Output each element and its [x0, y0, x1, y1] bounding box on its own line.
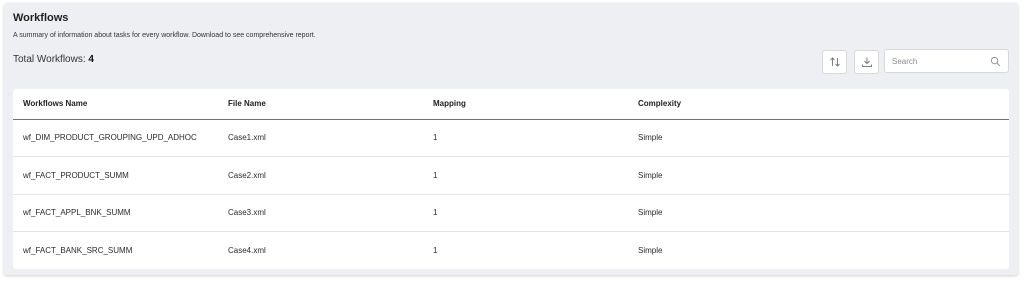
total-workflows-label: Total Workflows: — [13, 54, 86, 65]
cell-complexity: Simple — [628, 194, 1009, 232]
column-header-complexity[interactable]: Complexity — [628, 89, 1009, 120]
table-header-row: Workflows Name File Name Mapping Complex… — [13, 89, 1009, 120]
column-header-workflows-name[interactable]: Workflows Name — [13, 89, 218, 120]
cell-workflow-name: wf_DIM_PRODUCT_GROUPING_UPD_ADHOC — [13, 119, 218, 157]
table-row[interactable]: wf_FACT_BANK_SRC_SUMM Case4.xml 1 Simple — [13, 232, 1009, 270]
column-header-file-name[interactable]: File Name — [218, 89, 423, 120]
cell-file-name: Case3.xml — [218, 194, 423, 232]
page-title: Workflows — [13, 12, 69, 24]
sort-arrows-icon — [829, 57, 840, 67]
cell-file-name: Case4.xml — [228, 246, 266, 255]
workflows-panel: Workflows A summary of information about… — [4, 3, 1018, 275]
table-row[interactable]: wf_DIM_PRODUCT_GROUPING_UPD_ADHOC Case1.… — [13, 119, 1009, 157]
cell-mapping: 1 — [423, 194, 628, 232]
total-workflows-count: 4 — [88, 54, 94, 65]
cell-complexity: Simple — [628, 119, 1009, 157]
cell-file-name: Case1.xml — [218, 119, 423, 157]
cell-mapping: 1 — [433, 246, 438, 255]
download-button[interactable] — [854, 50, 879, 74]
workflows-table-card: Workflows Name File Name Mapping Complex… — [13, 89, 1009, 269]
cell-mapping: 1 — [423, 156, 628, 195]
cell-workflow-name: wf_FACT_BANK_SRC_SUMM — [23, 246, 133, 255]
column-header-mapping[interactable]: Mapping — [423, 89, 628, 120]
page-subtitle: A summary of information about tasks for… — [13, 32, 316, 39]
table-row[interactable]: wf_FACT_PRODUCT_SUMM Case2.xml 1 Simple — [13, 156, 1009, 195]
cell-complexity: Simple — [638, 246, 663, 255]
workflows-table: Workflows Name File Name Mapping Complex… — [13, 89, 1009, 269]
cell-file-name: Case2.xml — [218, 156, 423, 195]
total-workflows: Total Workflows: 4 — [13, 54, 94, 65]
cell-workflow-name: wf_FACT_APPL_BNK_SUMM — [13, 194, 218, 232]
download-icon — [861, 57, 872, 67]
cell-mapping: 1 — [423, 119, 628, 157]
cell-workflow-name: wf_FACT_PRODUCT_SUMM — [13, 156, 218, 195]
cell-complexity: Simple — [628, 156, 1009, 195]
sort-button[interactable] — [822, 50, 847, 74]
table-row[interactable]: wf_FACT_APPL_BNK_SUMM Case3.xml 1 Simple — [13, 194, 1009, 232]
search-icon[interactable] — [990, 56, 1001, 67]
search-box — [884, 49, 1009, 73]
